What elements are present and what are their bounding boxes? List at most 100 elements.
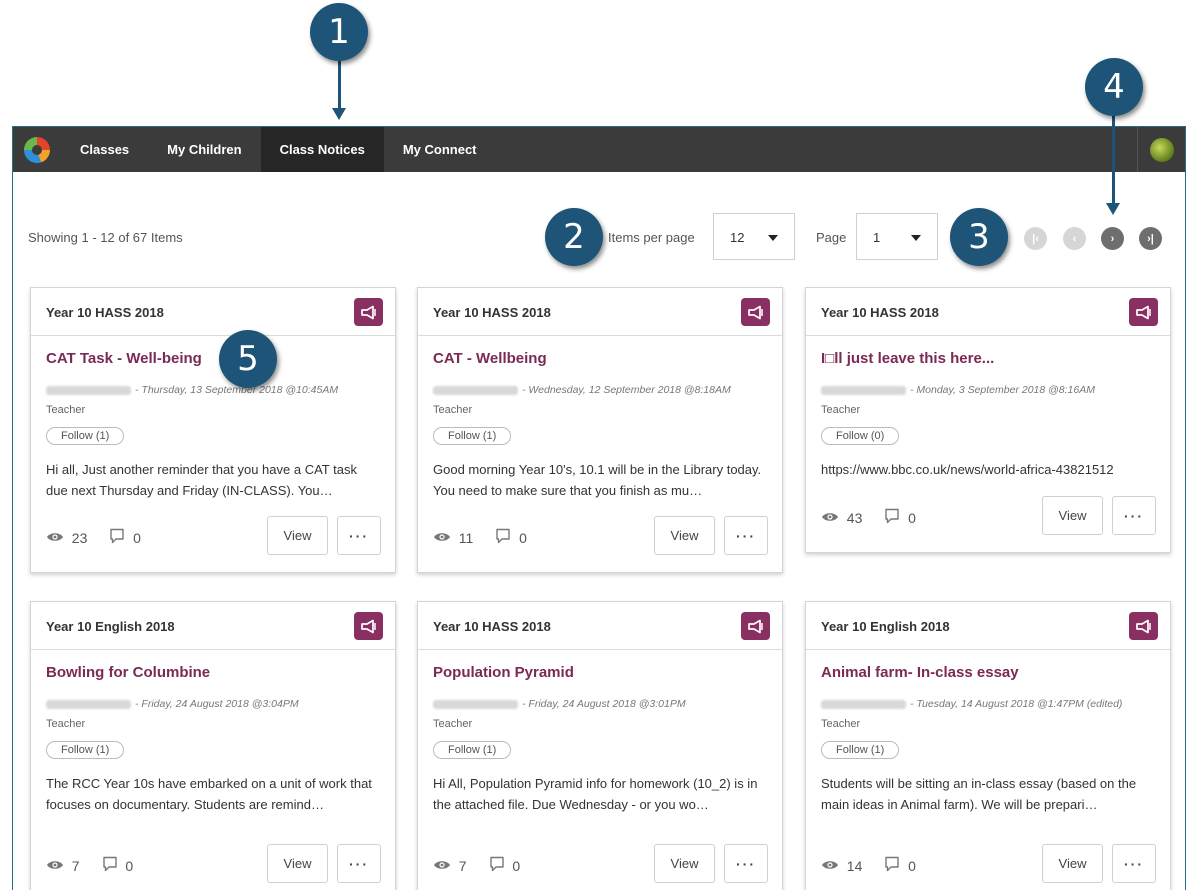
notice-title[interactable]: CAT - Wellbeing: [433, 350, 547, 367]
notice-body: https://www.bbc.co.uk/news/world-africa-…: [821, 462, 1114, 477]
next-page-icon: ›: [1110, 232, 1115, 245]
author-name-blurred: [433, 385, 518, 395]
notice-card[interactable]: Year 10 HASS 2018 I□ll just leave this h…: [805, 287, 1171, 553]
page-select[interactable]: 1: [856, 213, 938, 260]
last-page-icon: ›|: [1147, 232, 1154, 245]
notice-date: - Friday, 24 August 2018 @3:04PM: [135, 698, 299, 710]
notice-stats: 14 0: [821, 856, 916, 875]
more-options-button[interactable]: ···: [724, 844, 768, 883]
follow-button[interactable]: Follow (1): [433, 741, 512, 759]
notice-stats: 7 0: [46, 856, 133, 875]
view-button[interactable]: View: [267, 844, 328, 883]
notice-card[interactable]: Year 10 HASS 2018 Population Pyramid - F…: [417, 601, 783, 890]
logo-icon: [24, 136, 50, 163]
notice-stats: 43 0: [821, 508, 916, 527]
notice-body: Hi All, Population Pyramid info for home…: [433, 776, 758, 812]
notice-title[interactable]: Animal farm- In-class essay: [821, 664, 1019, 681]
first-page-button[interactable]: |‹: [1024, 227, 1047, 250]
app-logo[interactable]: [13, 127, 61, 172]
callout-4-arrow: [1112, 115, 1115, 205]
eye-icon: [821, 510, 839, 526]
chevron-down-icon: [768, 235, 778, 241]
more-options-button[interactable]: ···: [337, 516, 381, 555]
author-role: Teacher: [821, 718, 861, 730]
view-count: 23: [71, 529, 88, 546]
notice-title[interactable]: Population Pyramid: [433, 664, 574, 681]
callout-1-arrowhead: [332, 108, 346, 120]
user-avatar-button[interactable]: [1137, 127, 1185, 172]
notice-meta: - Friday, 24 August 2018 @3:04PM: [46, 698, 299, 710]
last-page-button[interactable]: ›|: [1139, 227, 1162, 250]
notice-meta: - Thursday, 13 September 2018 @10:45AM: [46, 384, 338, 396]
eye-icon: [46, 530, 64, 546]
notice-date: - Monday, 3 September 2018 @8:16AM: [910, 384, 1095, 396]
next-page-button[interactable]: ›: [1101, 227, 1124, 250]
card-class-name: Year 10 HASS 2018: [46, 305, 164, 320]
nav-my-connect[interactable]: My Connect: [384, 127, 496, 172]
notice-card[interactable]: Year 10 English 2018 Bowling for Columbi…: [30, 601, 396, 890]
notice-meta: - Wednesday, 12 September 2018 @8:18AM: [433, 384, 731, 396]
items-per-page-select[interactable]: 12: [713, 213, 795, 260]
items-per-page-value: 12: [730, 230, 745, 245]
notice-date: - Wednesday, 12 September 2018 @8:18AM: [522, 384, 731, 396]
more-options-button[interactable]: ···: [1112, 844, 1156, 883]
notice-body: Hi all, Just another reminder that you h…: [46, 462, 357, 498]
view-button[interactable]: View: [1042, 844, 1103, 883]
author-name-blurred: [46, 699, 131, 709]
items-per-page-label: Items per page: [608, 230, 695, 245]
card-header: Year 10 HASS 2018: [31, 288, 395, 336]
card-class-name: Year 10 English 2018: [46, 619, 175, 634]
notice-title[interactable]: Bowling for Columbine: [46, 664, 210, 681]
author-name-blurred: [433, 699, 518, 709]
follow-button[interactable]: Follow (1): [821, 741, 900, 759]
follow-button[interactable]: Follow (1): [433, 427, 512, 445]
more-options-button[interactable]: ···: [724, 516, 768, 555]
nav-classes[interactable]: Classes: [61, 127, 148, 172]
follow-button[interactable]: Follow (1): [46, 427, 125, 445]
notice-body: Good morning Year 10's, 10.1 will be in …: [433, 462, 762, 498]
view-button[interactable]: View: [1042, 496, 1103, 535]
notice-meta: - Tuesday, 14 August 2018 @1:47PM (edite…: [821, 698, 1122, 710]
nav-class-notices[interactable]: Class Notices: [260, 127, 384, 172]
card-class-name: Year 10 HASS 2018: [433, 305, 551, 320]
view-button[interactable]: View: [654, 516, 715, 555]
comment-icon: [884, 856, 900, 875]
more-options-button[interactable]: ···: [1112, 496, 1156, 535]
comment-icon: [102, 856, 118, 875]
follow-button[interactable]: Follow (0): [821, 427, 900, 445]
author-role: Teacher: [46, 718, 86, 730]
comment-icon: [109, 528, 125, 547]
view-count: 7: [458, 857, 467, 874]
prev-page-button[interactable]: ‹: [1063, 227, 1086, 250]
card-header: Year 10 English 2018: [31, 602, 395, 650]
callout-3: 3: [950, 208, 1008, 266]
callout-4-arrowhead: [1106, 203, 1120, 215]
nav-my-children[interactable]: My Children: [148, 127, 260, 172]
showing-count: Showing 1 - 12 of 67 Items: [28, 230, 183, 245]
eye-icon: [821, 858, 839, 874]
more-options-button[interactable]: ···: [337, 844, 381, 883]
view-button[interactable]: View: [654, 844, 715, 883]
notice-card[interactable]: Year 10 HASS 2018 CAT - Wellbeing - Wedn…: [417, 287, 783, 573]
author-name-blurred: [821, 385, 906, 395]
view-count: 7: [71, 857, 80, 874]
eye-icon: [433, 530, 451, 546]
callout-5: 5: [219, 330, 277, 388]
notice-title[interactable]: CAT Task - Well-being: [46, 350, 202, 367]
view-button[interactable]: View: [267, 516, 328, 555]
author-role: Teacher: [46, 404, 86, 416]
page-label: Page: [816, 230, 847, 245]
comment-count: 0: [908, 857, 916, 874]
view-count: 43: [846, 509, 863, 526]
notice-card[interactable]: Year 10 English 2018 Animal farm- In-cla…: [805, 601, 1171, 890]
callout-1-arrow: [338, 60, 341, 110]
notice-card[interactable]: Year 10 HASS 2018 CAT Task - Well-being …: [30, 287, 396, 573]
notice-stats: 23 0: [46, 528, 141, 547]
page-value: 1: [873, 230, 881, 245]
top-navbar: Classes My Children Class Notices My Con…: [13, 127, 1185, 172]
author-role: Teacher: [433, 404, 473, 416]
follow-button[interactable]: Follow (1): [46, 741, 125, 759]
notice-body: The RCC Year 10s have embarked on a unit…: [46, 776, 372, 812]
card-class-name: Year 10 HASS 2018: [821, 305, 939, 320]
notice-title[interactable]: I□ll just leave this here...: [821, 350, 994, 367]
